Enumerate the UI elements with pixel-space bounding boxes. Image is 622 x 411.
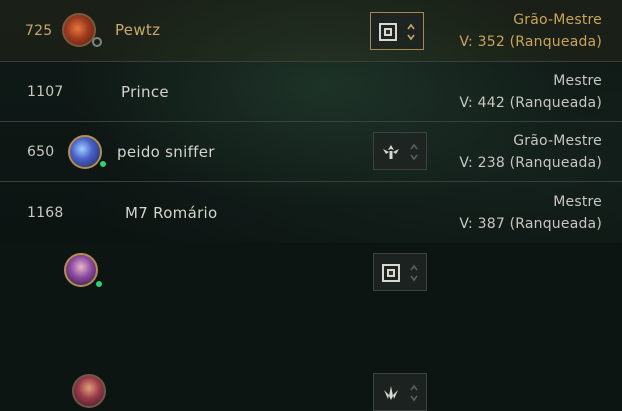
player-row[interactable]: 1107 Prince Mestre V: 442 (Ranqueada) xyxy=(0,62,622,170)
ranked-victories: V: 442 (Ranqueada) xyxy=(459,94,602,111)
player-row-highlighted[interactable]: 725 Pewtz Grão-Mestre V: 352 (Ranqueada) xyxy=(0,0,622,62)
rank-emblem-selector[interactable] xyxy=(370,12,424,50)
player-level: 1107 xyxy=(27,83,64,100)
rank-emblem-selector[interactable] xyxy=(373,373,427,411)
rank-emblem-selector[interactable] xyxy=(373,253,427,291)
online-status-icon xyxy=(94,279,104,289)
player-name[interactable]: Pewtz xyxy=(115,0,160,60)
grandmaster-emblem-icon xyxy=(379,23,397,41)
player-avatar[interactable] xyxy=(64,253,98,287)
ranked-victories: V: 352 (Ranqueada) xyxy=(459,33,602,50)
rank-info: Mestre V: 442 (Ranqueada) xyxy=(459,62,602,121)
rank-tier: Mestre xyxy=(553,72,602,89)
player-name[interactable]: peido sniffer xyxy=(117,122,215,181)
ranked-player-list: 725 Pewtz Grão-Mestre V: 352 (Ranqueada)… xyxy=(0,0,622,411)
player-name[interactable]: Prince xyxy=(121,62,169,121)
rank-tier: Grão-Mestre xyxy=(513,11,602,28)
chevron-updown-icon[interactable] xyxy=(409,382,419,404)
player-avatar[interactable] xyxy=(62,13,96,47)
rank-info: Mestre V: 387 (Ranqueada) xyxy=(459,182,602,243)
rank-info: Grão-Mestre V: 352 (Ranqueada) xyxy=(459,0,602,61)
rank-info: Grão-Mestre V: 238 (Ranqueada) xyxy=(459,122,602,181)
offline-status-icon xyxy=(92,37,102,47)
player-level: 1168 xyxy=(27,204,64,221)
player-level: 650 xyxy=(27,143,55,160)
grandmaster-emblem-icon xyxy=(382,264,400,282)
rank-tier: Mestre xyxy=(553,193,602,210)
player-row[interactable]: 650 peido sniffer Grão-Mestre V: 238 (Ra… xyxy=(0,122,622,291)
player-name[interactable]: M7 Romário xyxy=(125,182,218,243)
chevron-updown-icon[interactable] xyxy=(409,262,419,284)
master-emblem-icon xyxy=(384,386,398,400)
chevron-updown-icon[interactable] xyxy=(406,21,416,43)
player-row[interactable]: 1168 M7 Romário Mestre V: 387 (Ranqueada… xyxy=(0,182,622,411)
rank-tier: Grão-Mestre xyxy=(513,132,602,149)
player-avatar[interactable] xyxy=(72,374,106,408)
player-level: 725 xyxy=(25,22,53,39)
ranked-victories: V: 238 (Ranqueada) xyxy=(459,154,602,171)
ranked-victories: V: 387 (Ranqueada) xyxy=(459,215,602,232)
